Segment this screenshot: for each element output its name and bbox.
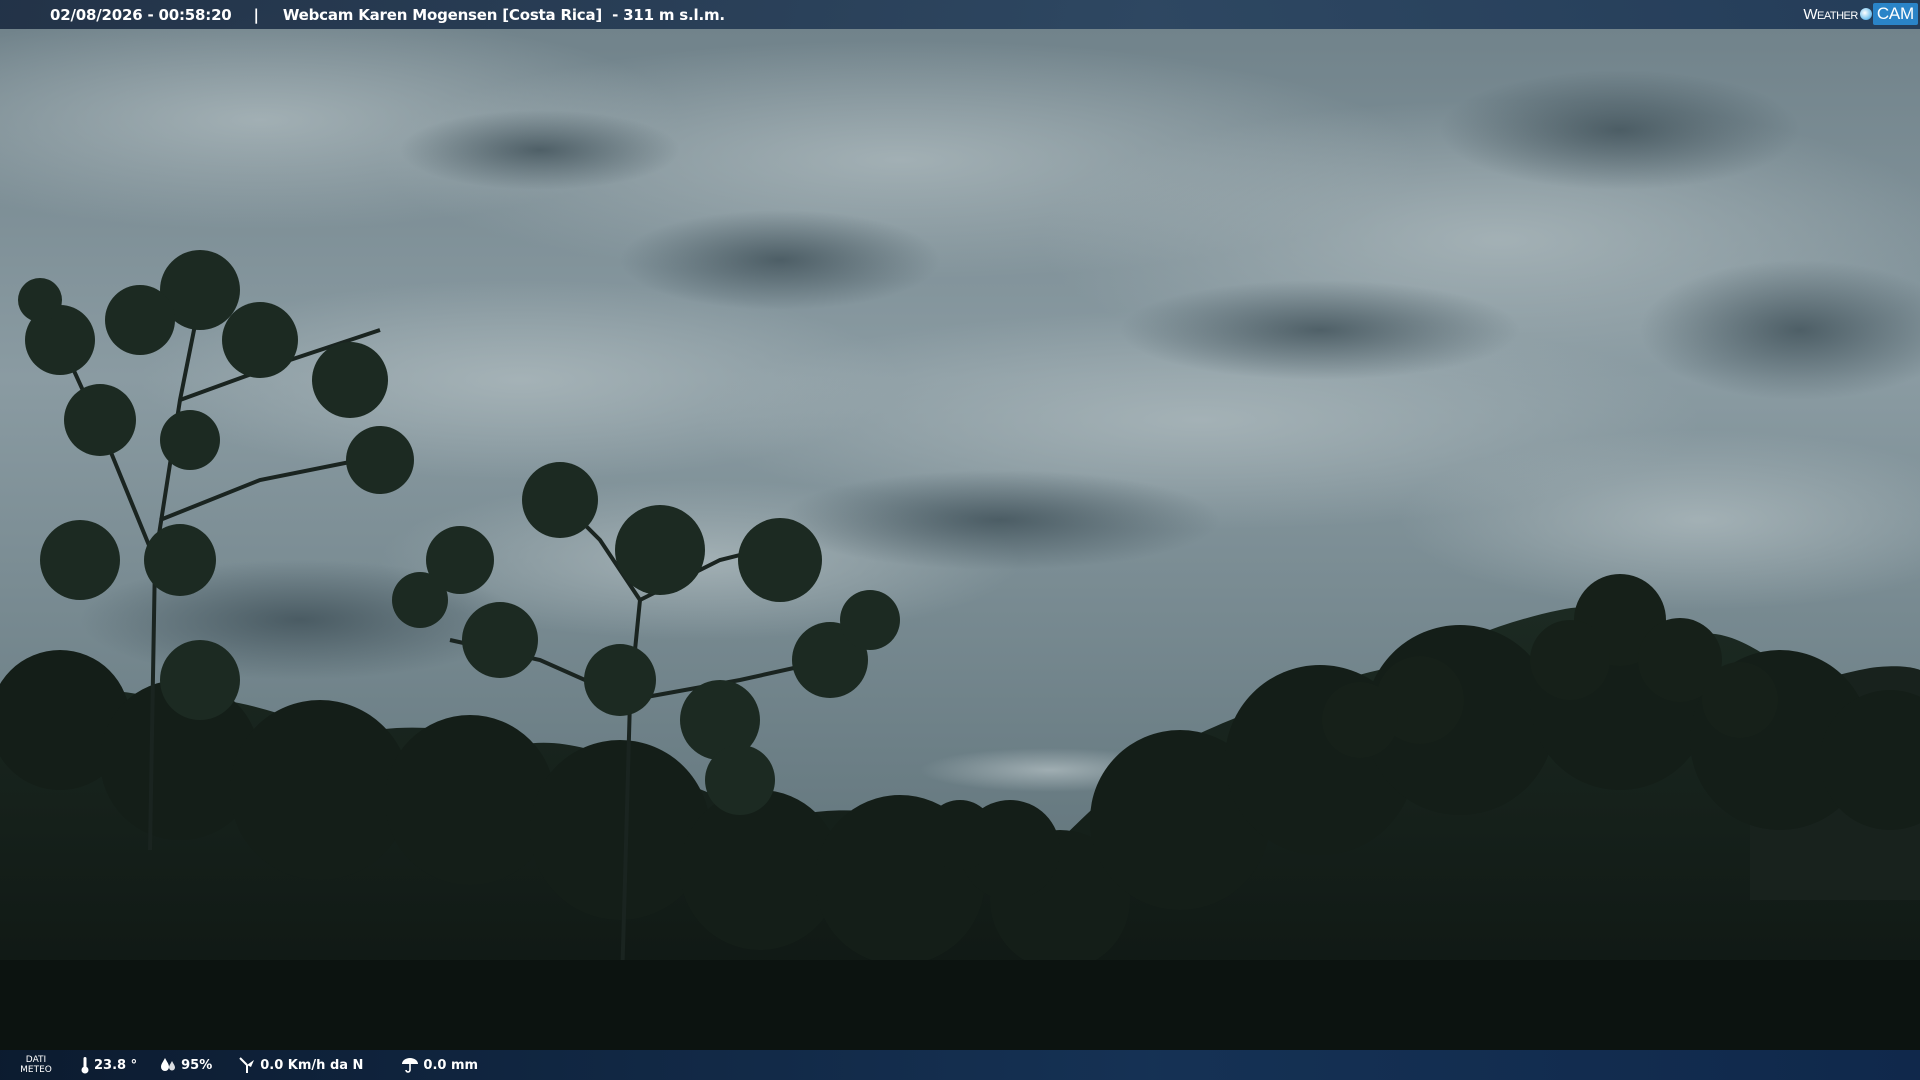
rain-value: 0.0 mm [423,1057,479,1073]
timestamp: 02/08/2026 - 00:58:20 [50,5,232,24]
brand-logo: Weather CAM [1803,2,1918,26]
humidity-readout: 95% [159,1057,212,1073]
brand-dot-icon [1859,8,1872,20]
brand-cam-text: CAM [1872,3,1918,25]
wind-readout: 0.0 Km/h da N [238,1056,363,1074]
webcam-title: Webcam Karen Mogensen [Costa Rica] - 311… [282,5,725,24]
humidity-icon [161,1058,176,1071]
wind-value: 0.0 Km/h da N [260,1057,364,1073]
temperature-readout: 23.8 ° [80,1056,137,1074]
meteo-label-line1: DATI [25,1055,47,1065]
webcam-scene [0,0,1920,1080]
meteo-label-line2: METEO [20,1065,52,1075]
webcam-frame: 02/08/2026 - 00:58:20 | Webcam Karen Mog… [0,0,1920,1080]
separator: | [253,5,259,24]
meteo-label: DATI METEO [18,1055,54,1075]
rain-readout: 0.0 mm [401,1056,478,1074]
top-info-bar: 02/08/2026 - 00:58:20 | Webcam Karen Mog… [0,0,1920,29]
humidity-value: 95% [181,1057,213,1073]
brand-weather-text: Weather [1803,5,1858,23]
meteo-bar: DATI METEO 23.8 ° 95% 0.0 Km/h da N 0.0 … [0,1050,1920,1080]
temperature-value: 23.8 ° [94,1057,138,1073]
thermometer-icon [81,1057,89,1074]
rain-icon [402,1058,419,1073]
wind-icon [239,1057,255,1073]
